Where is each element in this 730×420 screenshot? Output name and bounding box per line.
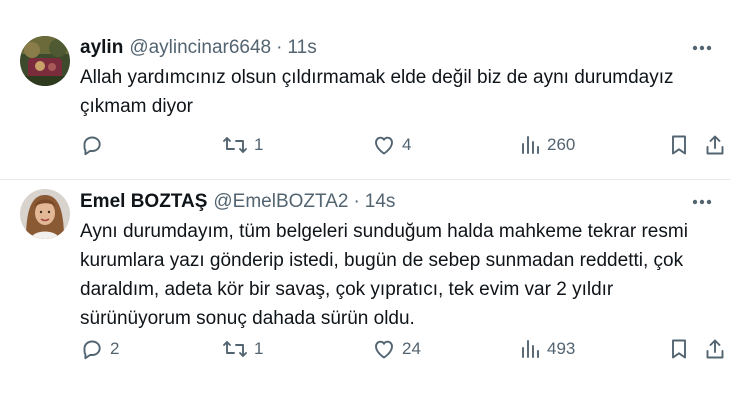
more-icon[interactable] xyxy=(690,38,714,58)
reply-button[interactable] xyxy=(80,132,110,158)
reply-icon xyxy=(80,133,104,157)
bookmark-icon xyxy=(668,133,690,157)
timestamp[interactable]: 11s xyxy=(287,37,316,59)
tweet-text-line: Aynı durumdayım, tüm belgeleri sunduğum … xyxy=(80,221,688,242)
views-button[interactable]: 493 xyxy=(519,336,575,362)
retweet-count: 1 xyxy=(254,339,264,358)
like-button[interactable]: 24 xyxy=(372,336,421,362)
display-name[interactable]: aylin xyxy=(80,37,123,59)
reply-count: 2 xyxy=(110,339,120,358)
tweet-text: Aynı durumdayım, tüm belgeleri sunduğum … xyxy=(80,217,714,333)
tweet-header: Emel BOZTAŞ @EmelBOZTA2 · 14s xyxy=(80,190,714,214)
views-button[interactable]: 260 xyxy=(519,132,575,158)
like-count: 24 xyxy=(402,339,421,358)
bookmark-button[interactable] xyxy=(668,336,690,362)
tweet-content: Emel BOZTAŞ @EmelBOZTA2 · 14s Aynı durum… xyxy=(80,190,714,333)
heart-icon xyxy=(372,337,396,361)
views-count: 493 xyxy=(547,339,576,358)
action-bar: 2 1 24 493 xyxy=(80,336,724,362)
reply-icon xyxy=(80,337,104,361)
timestamp[interactable]: 14s xyxy=(365,191,396,213)
tweet-text-line: Allah yardımcınız olsun çıldırmamak elde… xyxy=(80,67,674,88)
retweet-button[interactable]: 1 xyxy=(222,336,263,362)
avatar[interactable] xyxy=(20,189,70,239)
share-icon xyxy=(704,337,726,361)
separator: · xyxy=(276,37,283,58)
views-count: 260 xyxy=(547,135,576,154)
user-handle[interactable]: @EmelBOZTA2 xyxy=(213,191,348,213)
display-name[interactable]: Emel BOZTAŞ xyxy=(80,191,207,213)
tweet-text-line: daraldım, adeta kör bir savaş, çok yıpra… xyxy=(80,279,614,300)
retweet-count: 1 xyxy=(254,135,264,154)
tweet-text: Allah yardımcınız olsun çıldırmamak elde… xyxy=(80,63,714,121)
retweet-icon xyxy=(222,337,248,361)
separator: · xyxy=(353,191,360,212)
like-button[interactable]: 4 xyxy=(372,132,411,158)
avatar[interactable] xyxy=(20,36,70,86)
user-handle[interactable]: @aylincinar6648 xyxy=(129,37,271,59)
views-icon xyxy=(519,133,541,157)
tweet-text-line: sürünüyorum sonuç dahada sürün oldu. xyxy=(80,308,415,329)
tweet-content: aylin @aylincinar6648 · 11s Allah yardım… xyxy=(80,36,714,121)
bookmark-icon xyxy=(668,337,690,361)
tweet-text-line: kurumlara yazı gönderip istedi, bugün de… xyxy=(80,250,684,271)
bookmark-button[interactable] xyxy=(668,132,690,158)
retweet-button[interactable]: 1 xyxy=(222,132,263,158)
reply-button[interactable]: 2 xyxy=(80,336,119,362)
share-button[interactable] xyxy=(704,132,726,158)
views-icon xyxy=(519,337,541,361)
more-icon[interactable] xyxy=(690,192,714,212)
share-button[interactable] xyxy=(704,336,726,362)
tweet-text-line: çıkmam diyor xyxy=(80,96,193,117)
tweet-header: aylin @aylincinar6648 · 11s xyxy=(80,36,714,60)
share-icon xyxy=(704,133,726,157)
tweet[interactable]: aylin @aylincinar6648 · 11s Allah yardım… xyxy=(0,0,730,180)
action-bar: 1 4 260 xyxy=(80,132,724,158)
retweet-icon xyxy=(222,133,248,157)
heart-icon xyxy=(372,133,396,157)
like-count: 4 xyxy=(402,135,412,154)
tweet[interactable]: Emel BOZTAŞ @EmelBOZTA2 · 14s Aynı durum… xyxy=(0,180,730,420)
